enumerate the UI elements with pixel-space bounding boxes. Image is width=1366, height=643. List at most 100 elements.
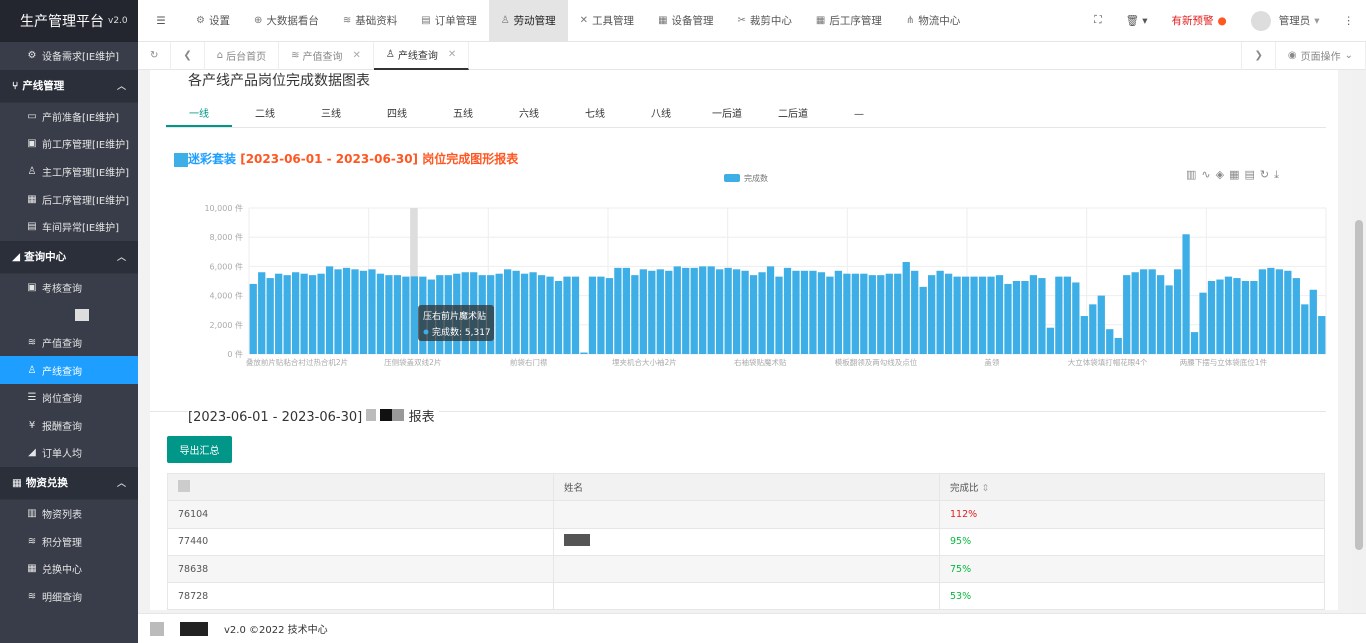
- chart-bar: [410, 276, 419, 354]
- chart-bar: [970, 276, 978, 354]
- app-logo[interactable]: 生产管理平台 v2.0: [0, 0, 138, 42]
- sidebar-item-main-process[interactable]: ♙ 主工序管理[IE维护]: [0, 158, 138, 186]
- chart-bar: [944, 273, 953, 354]
- app-title: 生产管理平台: [20, 14, 104, 30]
- sidebar-group-material-exchange[interactable]: ▦ 物资兑换 ︿: [0, 466, 138, 500]
- line-tab[interactable]: 六线: [496, 106, 562, 127]
- y-tick-label: 2,000 件: [210, 320, 243, 330]
- sidebar-item-pay-query[interactable]: ¥ 报酬查询: [0, 412, 138, 440]
- sidebar-item-output-value[interactable]: ≋ 产值查询: [0, 329, 138, 357]
- cell-ratio: 53%: [939, 582, 1325, 610]
- nav-label: 大数据看台: [266, 15, 319, 27]
- line-tab[interactable]: 一后道: [694, 106, 760, 127]
- sidebar-group-query-center[interactable]: ◢ 查询中心 ︿: [0, 240, 138, 274]
- table-header[interactable]: 完成比 ⇕: [939, 472, 1325, 502]
- table-row[interactable]: 77440 95%: [167, 527, 1325, 556]
- line-tab[interactable]: 二后道: [760, 106, 826, 127]
- chart-bar: [1224, 276, 1233, 354]
- target-icon: ◉: [1287, 50, 1297, 61]
- sidebar-item-exchange-center[interactable]: ▦ 兑换中心: [0, 555, 138, 583]
- nav-label: 工具管理: [592, 15, 635, 27]
- nav-label: 后工序管理: [829, 15, 882, 27]
- scrollbar-thumb[interactable]: [1355, 220, 1363, 550]
- table-row[interactable]: 76104 112%: [167, 500, 1325, 529]
- tab-output-value[interactable]: ≋ 产值查询 ✕: [279, 41, 374, 70]
- sidebar-item-preproduction[interactable]: ▭ 产前准备[IE维护]: [0, 103, 138, 131]
- chart-bar: [766, 266, 775, 354]
- close-icon[interactable]: ✕: [448, 49, 456, 60]
- sidebar-item-post-process[interactable]: ▦ 后工序管理[IE维护]: [0, 185, 138, 213]
- line-tab[interactable]: 八线: [628, 106, 694, 127]
- sidebar-item-line-query[interactable]: ♙ 产线查询: [0, 356, 138, 384]
- nav-settings[interactable]: ⚙ 设置: [184, 0, 242, 42]
- sidebar-item-placeholder[interactable]: [0, 301, 138, 329]
- nav-bigdata[interactable]: ⊕ 大数据看台: [242, 0, 331, 42]
- line-tab[interactable]: 二线: [232, 106, 298, 127]
- sidebar-item-order-avg[interactable]: ◢ 订单人均: [0, 439, 138, 467]
- table-header[interactable]: [167, 472, 554, 502]
- sidebar-item-material-list[interactable]: ▥ 物资列表: [0, 500, 138, 528]
- chart-bar: [1140, 269, 1148, 354]
- chart-bar: [342, 267, 351, 354]
- chart-bar: [1004, 283, 1012, 354]
- export-button[interactable]: 导出汇总: [167, 436, 232, 463]
- sidebar-item-label: 产值查询: [42, 339, 82, 351]
- nav-post-process[interactable]: ▦ 后工序管理: [804, 0, 894, 42]
- table-row[interactable]: 78638 75%: [167, 554, 1325, 584]
- nav-basic-data[interactable]: ≋ 基础资料: [331, 0, 409, 42]
- yen-icon: ¥: [28, 419, 36, 431]
- fullscreen-icon[interactable]: ⛶: [1082, 0, 1113, 42]
- close-icon[interactable]: ✕: [353, 50, 361, 61]
- sidebar-item-post-query[interactable]: ☰ 岗位查询: [0, 384, 138, 412]
- page-ops-menu[interactable]: ◉ 页面操作 ⌄: [1276, 41, 1366, 70]
- user-menu[interactable]: 管理员 ▾: [1239, 0, 1332, 42]
- sidebar-item-assessment[interactable]: ▣ 考核查询: [0, 274, 138, 302]
- nav-tools[interactable]: ✕ 工具管理: [568, 0, 646, 42]
- gift-icon: ▦: [27, 193, 37, 205]
- nav-orders[interactable]: ▤ 订单管理: [409, 0, 488, 42]
- sidebar-item-device-demand[interactable]: ⚙ 设备需求[IE维护]: [0, 42, 138, 70]
- table-row[interactable]: 78728 53%: [167, 582, 1325, 610]
- gift-icon: ▦: [12, 476, 22, 489]
- monitor-icon: ▭: [27, 110, 37, 122]
- chart-bar: [605, 278, 614, 354]
- chart-bar: [868, 275, 876, 354]
- y-tick-label: 4,000 件: [210, 291, 243, 301]
- line-tab[interactable]: 三线: [298, 106, 364, 127]
- line-tab[interactable]: 七线: [562, 106, 628, 127]
- scrollbar[interactable]: [1352, 70, 1366, 610]
- nav-labor[interactable]: ♙ 劳动管理: [488, 0, 568, 42]
- chart-bar: [597, 276, 605, 354]
- line-tab[interactable]: 一线: [166, 106, 232, 127]
- line-tab[interactable]: —: [826, 106, 892, 127]
- nav-equipment[interactable]: ▦ 设备管理: [646, 0, 725, 42]
- sort-icon[interactable]: ⇕: [982, 483, 990, 494]
- sidebar-group-production-line[interactable]: ⑂ 产线管理 ︿: [0, 69, 138, 103]
- alert-link[interactable]: 有新预警 ●: [1160, 0, 1239, 42]
- table-header[interactable]: 姓名: [553, 472, 940, 502]
- sidebar-item-detail-query[interactable]: ≋ 明细查询: [0, 583, 138, 611]
- globe-icon: ⊕: [253, 15, 263, 26]
- trash-dropdown-icon[interactable]: 🗑 ▾: [1114, 0, 1160, 42]
- line-tab[interactable]: 五线: [430, 106, 496, 127]
- chart-bar: [1190, 332, 1199, 354]
- tab-label: 产线查询: [397, 51, 438, 62]
- tabs-right-icon[interactable]: ❯: [1241, 41, 1276, 70]
- chart-bar: [1258, 269, 1267, 354]
- more-icon[interactable]: ⋮: [1332, 0, 1366, 42]
- chart-bar: [911, 270, 919, 354]
- refresh-icon[interactable]: ↻: [138, 41, 172, 70]
- line-tab[interactable]: 四线: [364, 106, 430, 127]
- tabs-left-icon[interactable]: ❮: [171, 41, 205, 70]
- menu-toggle-icon[interactable]: ☰: [138, 0, 184, 42]
- nav-logistics[interactable]: ⋔ 物流中心: [894, 0, 972, 42]
- chart-bar: [385, 275, 393, 354]
- sidebar-item-workshop-exception[interactable]: ▤ 车间异常[IE维护]: [0, 213, 138, 241]
- tab-line-query[interactable]: ♙ 产线查询 ✕: [373, 41, 470, 70]
- cell-id: 78728: [167, 582, 554, 610]
- nav-cutting[interactable]: ✂ 裁剪中心: [726, 0, 804, 42]
- sidebar-item-front-process[interactable]: ▣ 前工序管理[IE维护]: [0, 130, 138, 158]
- chart-bar: [1309, 289, 1317, 354]
- sidebar-item-points[interactable]: ≋ 积分管理: [0, 527, 138, 555]
- tab-home[interactable]: ⌂ 后台首页: [205, 41, 280, 70]
